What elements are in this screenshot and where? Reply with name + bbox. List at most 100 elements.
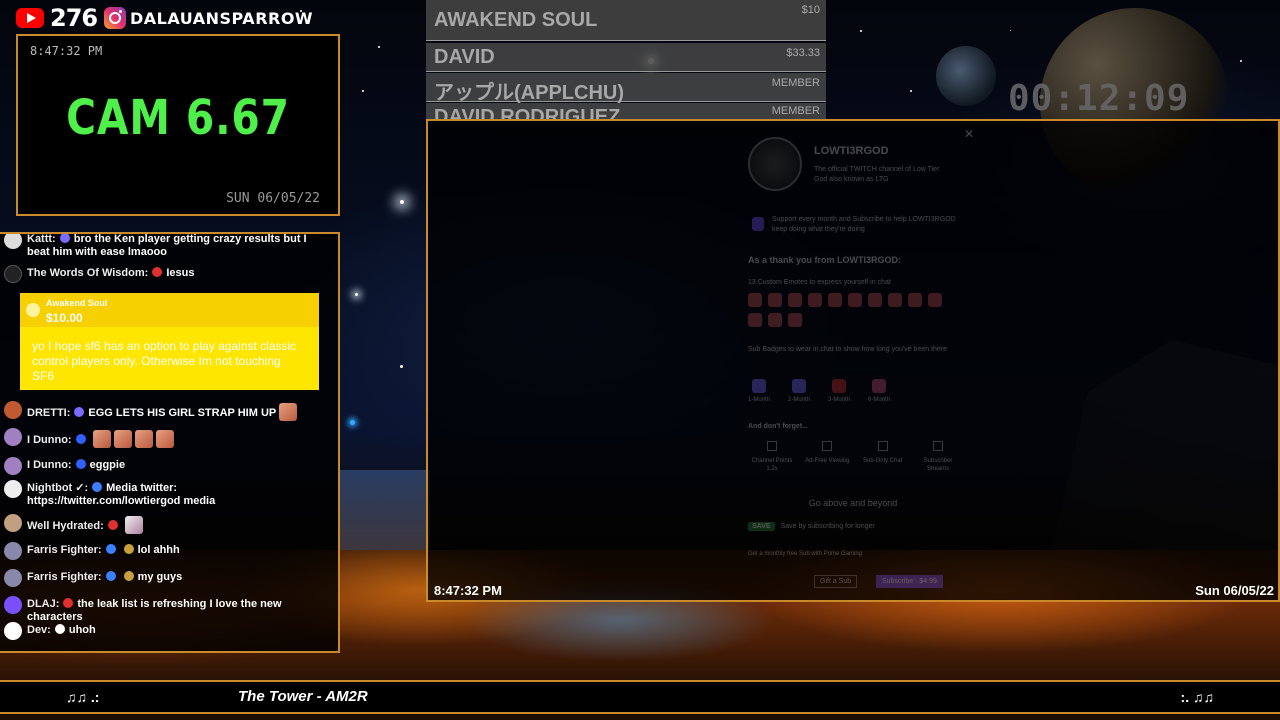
donation-name: Awakend Soul xyxy=(46,298,108,308)
avatar xyxy=(4,514,22,532)
chat-username: Dev: xyxy=(27,624,51,636)
gift-sub-button[interactable]: Gift a Sub xyxy=(814,575,858,588)
badge-item: 1-Month xyxy=(748,379,770,403)
avatar xyxy=(4,542,22,560)
emote-icon xyxy=(92,430,111,448)
chat-username: Well Hydrated: xyxy=(27,520,104,532)
supporter-name: アップル(APPLCHU) xyxy=(434,82,624,104)
star xyxy=(362,90,364,92)
supporter-row: DAVID $33.33 xyxy=(426,43,826,72)
music-note-icon: :. ♫♫ xyxy=(1180,689,1214,705)
cam-date: SUN 06/05/22 xyxy=(226,191,320,206)
emote-icon xyxy=(279,403,298,421)
supporter-row: アップル(APPLCHU) MEMBER xyxy=(426,73,826,104)
emote-icon xyxy=(748,313,762,327)
channel-description: The official TWITCH channel of Low Tier … xyxy=(814,166,940,183)
emote-icon xyxy=(113,430,132,448)
youtube-icon xyxy=(16,8,44,28)
channel-avatar xyxy=(748,137,802,191)
perk-icon xyxy=(767,441,777,451)
perk-icon xyxy=(877,441,888,451)
chat-text: Iesus xyxy=(166,267,195,279)
perk-item: Ad-Free Viewing xyxy=(803,441,851,473)
supporter-row: DAVID RODRIGUEZ MEMBER xyxy=(426,103,826,120)
avatar xyxy=(4,265,22,283)
youtube-counter: 276 xyxy=(16,4,98,32)
sub-badge-icon xyxy=(107,520,118,530)
mod-badge-icon xyxy=(105,571,116,581)
youtube-count: 276 xyxy=(50,4,98,32)
perks-row: Channel Points 1.2x Ad-Free Viewing Sub-… xyxy=(748,441,962,473)
chat-message: Nightbot ✓: Media twitter: https://twitte… xyxy=(4,480,330,508)
chat-username: I Dunno: xyxy=(27,434,72,446)
close-icon[interactable]: ✕ xyxy=(964,127,974,141)
star xyxy=(355,293,358,296)
chat-panel: Kattt: bro the Ken player getting crazy r… xyxy=(0,232,340,653)
avatar xyxy=(4,234,22,249)
support-text: Support every month and Subscribe to hel… xyxy=(772,216,956,233)
screen-time: 8:47:32 PM xyxy=(434,583,502,598)
emote-icon xyxy=(748,293,762,307)
supporter-value: MEMBER xyxy=(771,105,820,117)
mod-badge-icon xyxy=(105,544,116,554)
avatar xyxy=(4,596,22,614)
subscribe-button[interactable]: Subscribe · $4.99 xyxy=(876,575,943,588)
thanks-heading: As a thank you from LOWTI3RGOD: xyxy=(748,255,902,265)
chat-username: DRETTI: xyxy=(27,407,71,419)
supporter-value: MEMBER xyxy=(771,77,820,89)
avatar xyxy=(4,457,22,475)
screen-date: Sun 06/05/22 xyxy=(1195,583,1274,598)
perk-item: Subscriber Streams xyxy=(914,441,962,473)
donation-message: yo I hope sf6 has an option to play agai… xyxy=(32,339,297,383)
bits-badge-icon xyxy=(123,571,134,581)
cam-time: 8:47:32 PM xyxy=(30,44,103,58)
heart-badge-icon xyxy=(54,624,65,634)
emote-icon xyxy=(155,430,174,448)
star xyxy=(378,46,380,48)
emote-grid xyxy=(748,293,958,327)
emote-icon xyxy=(868,293,882,307)
badge-row: 1-Month 2-Month 3-Month 6-Month xyxy=(748,379,958,403)
emote-icon xyxy=(124,516,143,534)
subscribe-panel: ✕ LOWTI3RGOD The official TWITCH channel… xyxy=(744,127,974,597)
chat-message: Farris Fighter: lol ahhh xyxy=(4,542,330,560)
emote-icon xyxy=(888,293,902,307)
avatar xyxy=(4,401,22,419)
chat-username: I Dunno: xyxy=(27,459,72,471)
chat-text: uhoh xyxy=(68,624,96,636)
chat-text: lol ahhh xyxy=(137,544,180,556)
chat-message: I Dunno: eggpie xyxy=(4,457,330,475)
badges-label: Sub Badges to wear in chat to show how l… xyxy=(748,346,948,353)
chat-username: Kattt: xyxy=(27,233,56,245)
donation-alert: Awakend Soul $10.00 yo I hope sf6 has an… xyxy=(20,293,319,390)
avatar xyxy=(4,569,22,587)
chat-message: DRETTI: EGG LETS HIS GIRL STRAP HIM UP xyxy=(4,401,330,421)
forget-label: And don't forget... xyxy=(748,423,808,430)
chat-message: The Words Of Wisdom: Iesus xyxy=(4,265,330,283)
sub-badge-icon xyxy=(63,598,74,608)
supporter-name: DAVID RODRIGUEZ xyxy=(434,106,621,120)
prime-label: Get a monthly free Sub with Prime Gaming xyxy=(748,551,863,557)
star xyxy=(400,200,404,204)
go-beyond-toggle[interactable]: Go above and beyond xyxy=(748,495,958,511)
channel-name: LOWTI3RGOD xyxy=(814,145,889,157)
music-note-icon: ♫♫ .: xyxy=(66,689,100,705)
star xyxy=(1240,60,1242,62)
support-icon xyxy=(752,217,764,231)
cam-box: 8:47:32 PM CAM 6.67 SUN 06/05/22 xyxy=(16,34,340,216)
avatar xyxy=(4,622,22,640)
perk-item: Sub-Only Chat xyxy=(859,441,907,473)
emote-icon xyxy=(788,313,802,327)
bits-badge-icon xyxy=(123,544,134,554)
sub-badge-icon xyxy=(59,234,70,243)
chat-username: Farris Fighter: xyxy=(27,571,102,583)
perk-item: Channel Points 1.2x xyxy=(748,441,796,473)
chat-message: Well Hydrated: xyxy=(4,514,330,534)
save-row[interactable]: SAVE Save by subscribing for longer xyxy=(748,522,958,531)
emotes-label: 13 Custom Emotes to express yourself in … xyxy=(748,279,891,286)
perk-icon xyxy=(822,441,833,451)
star xyxy=(1010,30,1011,31)
badge-icon xyxy=(792,379,807,393)
chat-text: my guys xyxy=(137,571,183,583)
song-title: The Tower - AM2R xyxy=(238,688,368,705)
